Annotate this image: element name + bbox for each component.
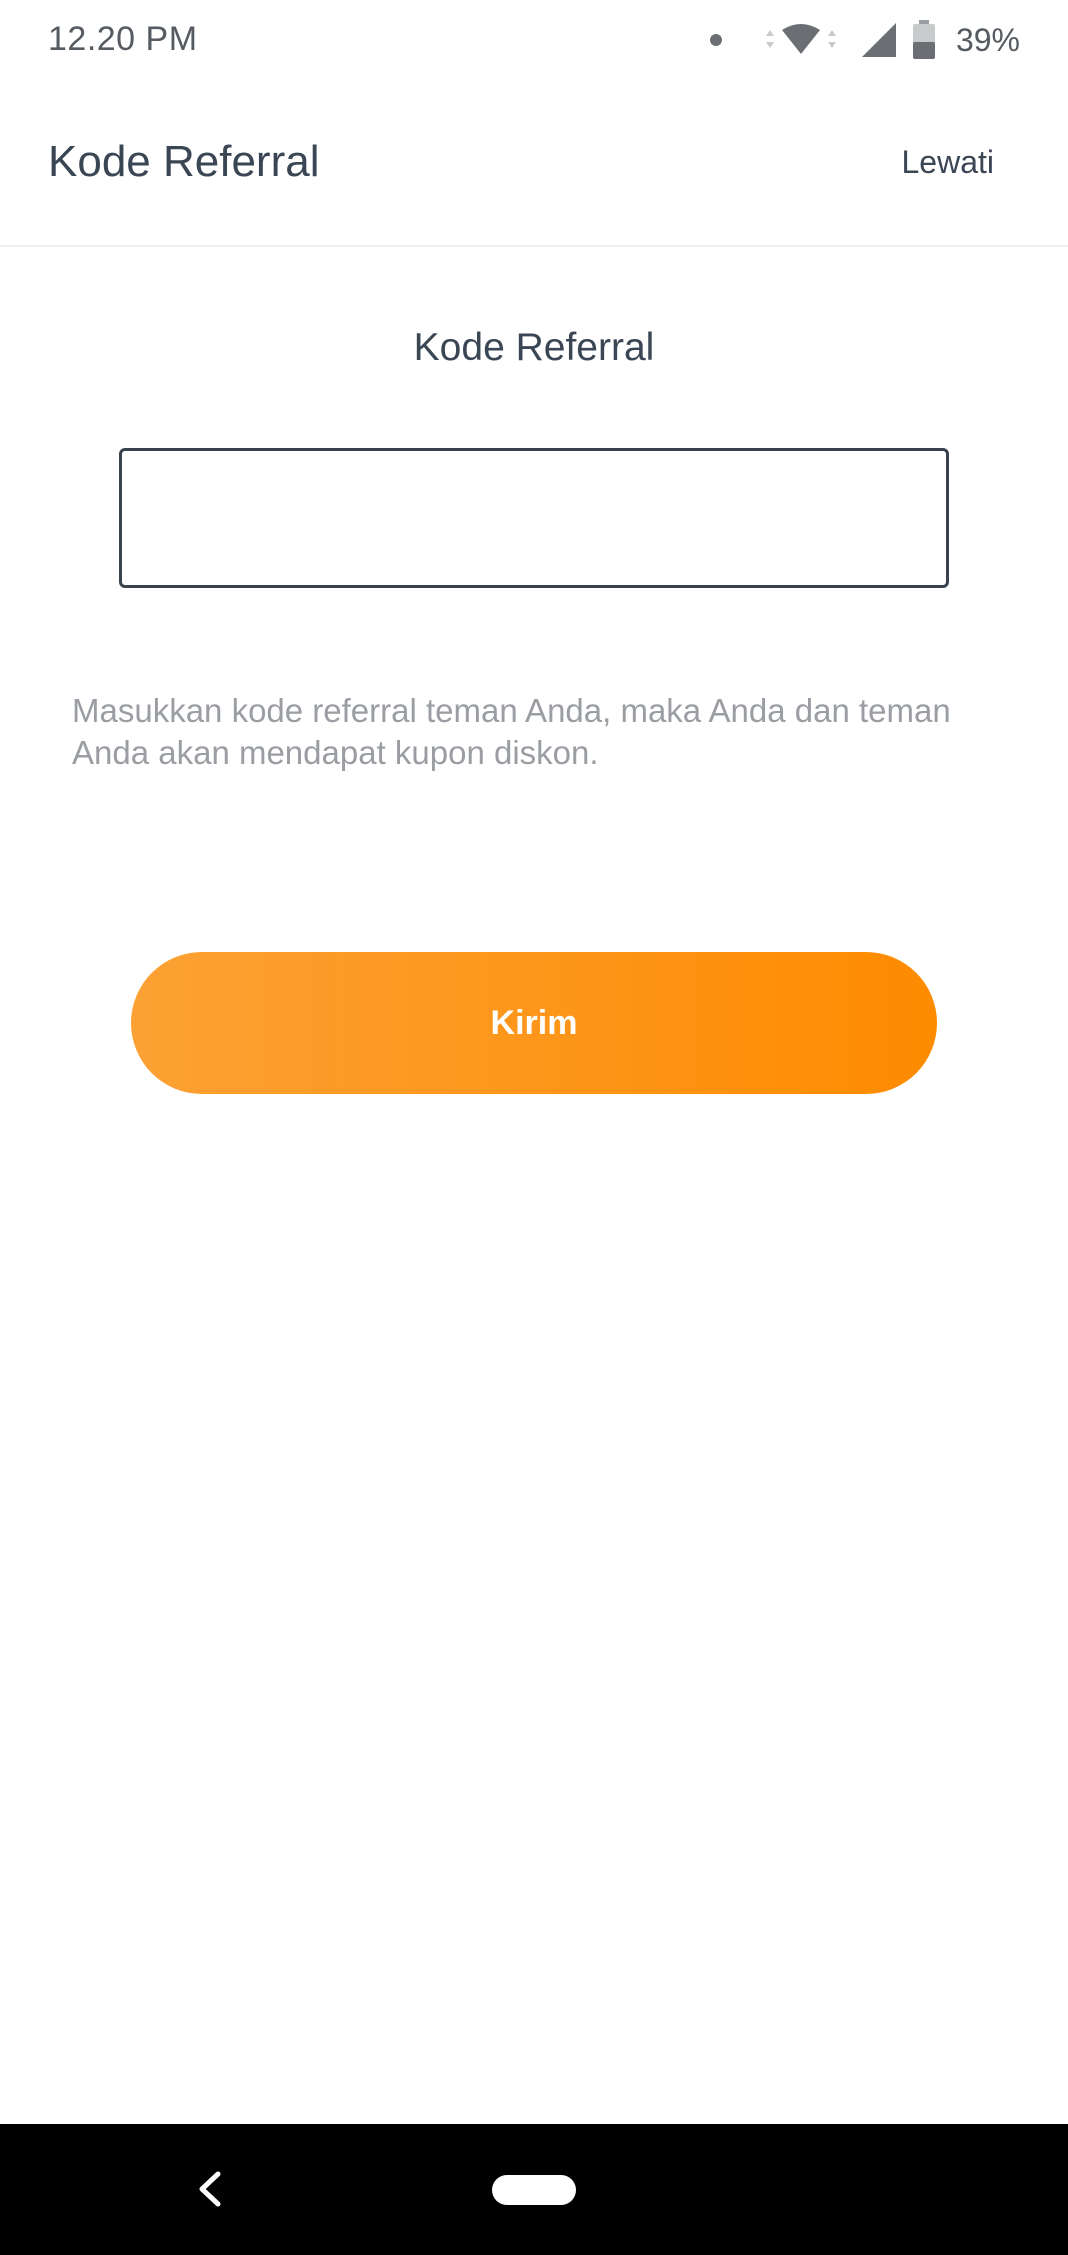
- cell-signal-icon: [861, 23, 896, 57]
- battery-percent: 39%: [955, 21, 1020, 58]
- skip-button[interactable]: Lewati: [902, 144, 995, 181]
- helper-text: Masukkan kode referral teman Anda, maka …: [72, 692, 951, 771]
- app-bar: Kode Referral Lewati: [0, 82, 1068, 247]
- back-icon[interactable]: [188, 2166, 234, 2212]
- section-title: Kode Referral: [413, 326, 655, 369]
- referral-code-input[interactable]: [119, 448, 949, 588]
- status-bar: 12.20 PM 39%: [0, 0, 1068, 82]
- battery-icon: [912, 20, 935, 59]
- submit-button[interactable]: Kirim: [131, 952, 937, 1094]
- home-pill-icon[interactable]: [492, 2175, 576, 2205]
- page-title: Kode Referral: [48, 137, 320, 186]
- notification-dot-icon: [709, 34, 722, 46]
- referral-screen: 12.20 PM 39% Kode Referral Lewati Kode R…: [0, 0, 1068, 2255]
- status-icons: 39%: [709, 18, 1020, 62]
- navigation-bar: [0, 2124, 1068, 2255]
- wifi-icon: [765, 24, 836, 54]
- status-time: 12.20 PM: [48, 20, 198, 58]
